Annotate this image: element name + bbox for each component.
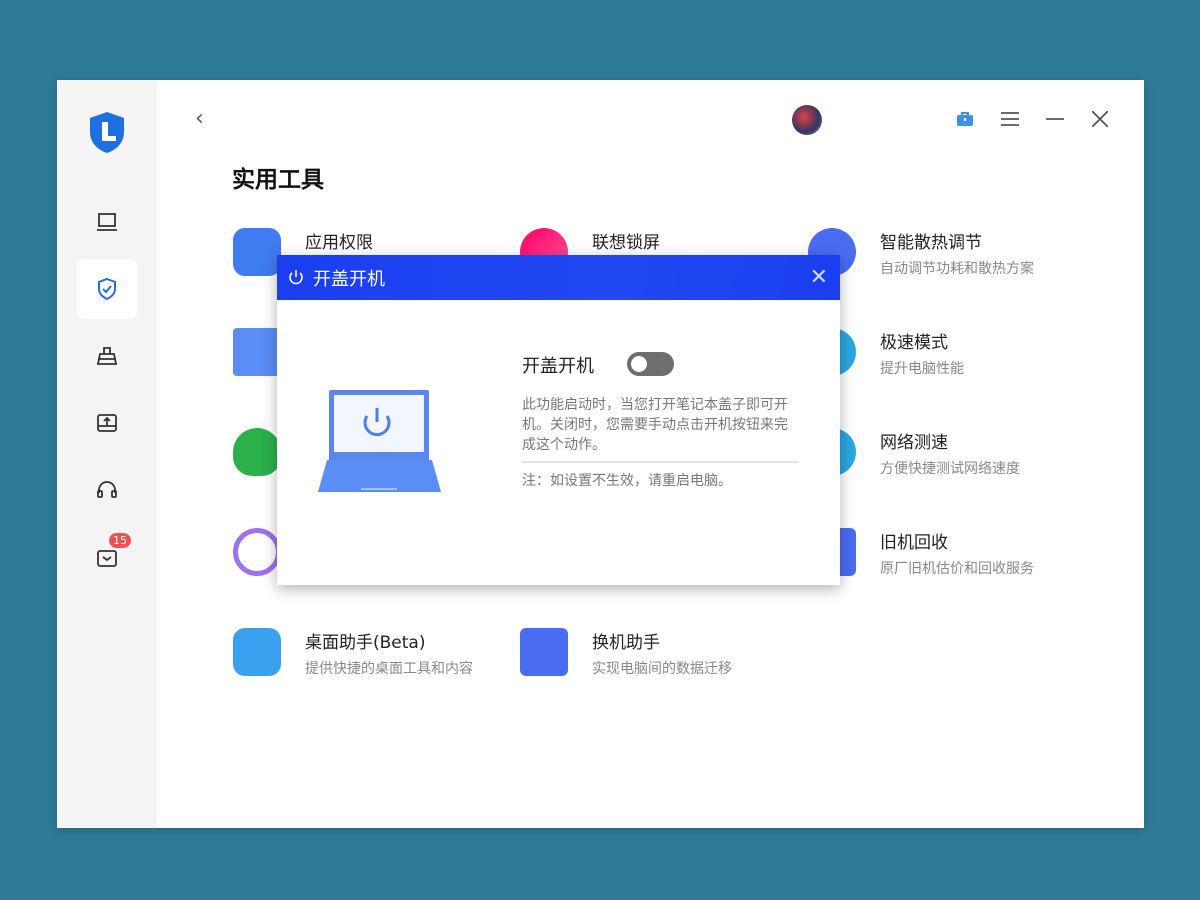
page-title: 实用工具 <box>232 160 324 194</box>
sidebar-item-messages[interactable]: 15 <box>77 527 137 587</box>
headset-icon <box>95 478 119 502</box>
tool-speed-mode[interactable]: 极速模式提升电脑性能 <box>808 328 1088 388</box>
tool-desktop-assistant[interactable]: 桌面助手(Beta)提供快捷的桌面工具和内容 <box>233 628 513 688</box>
sidebar-item-cleanup[interactable] <box>77 326 137 386</box>
sidebar-item-drivers[interactable] <box>77 393 137 453</box>
laptop-power-icon <box>233 328 281 376</box>
tool-network-speed[interactable]: 网络测速方便快捷测试网络速度 <box>808 428 1088 488</box>
sidebar-item-device[interactable] <box>77 192 137 252</box>
smiley-icon <box>233 628 281 676</box>
minimize-button[interactable] <box>1040 104 1070 134</box>
sidebar-item-security[interactable] <box>77 259 137 319</box>
sync-monitor-icon <box>520 628 568 676</box>
tool-trade-in[interactable]: 旧机回收原厂旧机估价和回收服务 <box>808 528 1088 588</box>
shield-check-icon <box>95 277 119 301</box>
back-button[interactable]: ‹ <box>195 106 204 131</box>
lid-boot-dialog: 开盖开机 ✕ 开盖开机 此功能启动时，当您打开笔记本盖子即可开机。关闭时，您需要… <box>277 255 840 585</box>
brush-icon <box>95 344 119 368</box>
option-description: 此功能启动时，当您打开笔记本盖子即可开机。关闭时，您需要手动点击开机按钮来完成这… <box>522 395 797 455</box>
divider <box>522 461 799 463</box>
bag-icon <box>95 545 119 569</box>
store-button[interactable] <box>950 104 980 134</box>
dialog-close-button[interactable]: ✕ <box>810 265 828 290</box>
restart-note: 注：如设置不生效，请重启电脑。 <box>522 470 732 490</box>
hamburger-icon <box>1001 112 1019 126</box>
sidebar-item-support[interactable] <box>77 460 137 520</box>
option-label: 开盖开机 <box>522 352 594 378</box>
menu-button[interactable] <box>995 104 1025 134</box>
power-icon <box>287 269 305 287</box>
notification-badge: 15 <box>109 533 131 548</box>
close-icon <box>1092 111 1108 127</box>
eye-shield-icon <box>233 428 281 476</box>
laptop-power-illustration <box>317 388 442 494</box>
lock-icon <box>233 228 281 276</box>
sidebar: 15 <box>57 80 157 828</box>
lid-boot-toggle[interactable] <box>627 352 674 376</box>
app-logo-icon <box>87 110 127 154</box>
laptop-icon <box>95 210 119 234</box>
tool-smart-cooling[interactable]: 智能散热调节自动调节功耗和散热方案 <box>808 228 1088 288</box>
dialog-header: 开盖开机 <box>277 255 840 300</box>
minimize-icon <box>1046 118 1064 120</box>
upload-drive-icon <box>95 411 119 435</box>
dialog-title: 开盖开机 <box>313 265 385 291</box>
user-avatar[interactable] <box>792 105 822 135</box>
briefcase-icon <box>955 109 975 129</box>
signal-icon <box>233 528 281 576</box>
tool-migration[interactable]: 换机助手实现电脑间的数据迁移 <box>520 628 800 688</box>
close-button[interactable] <box>1085 104 1115 134</box>
